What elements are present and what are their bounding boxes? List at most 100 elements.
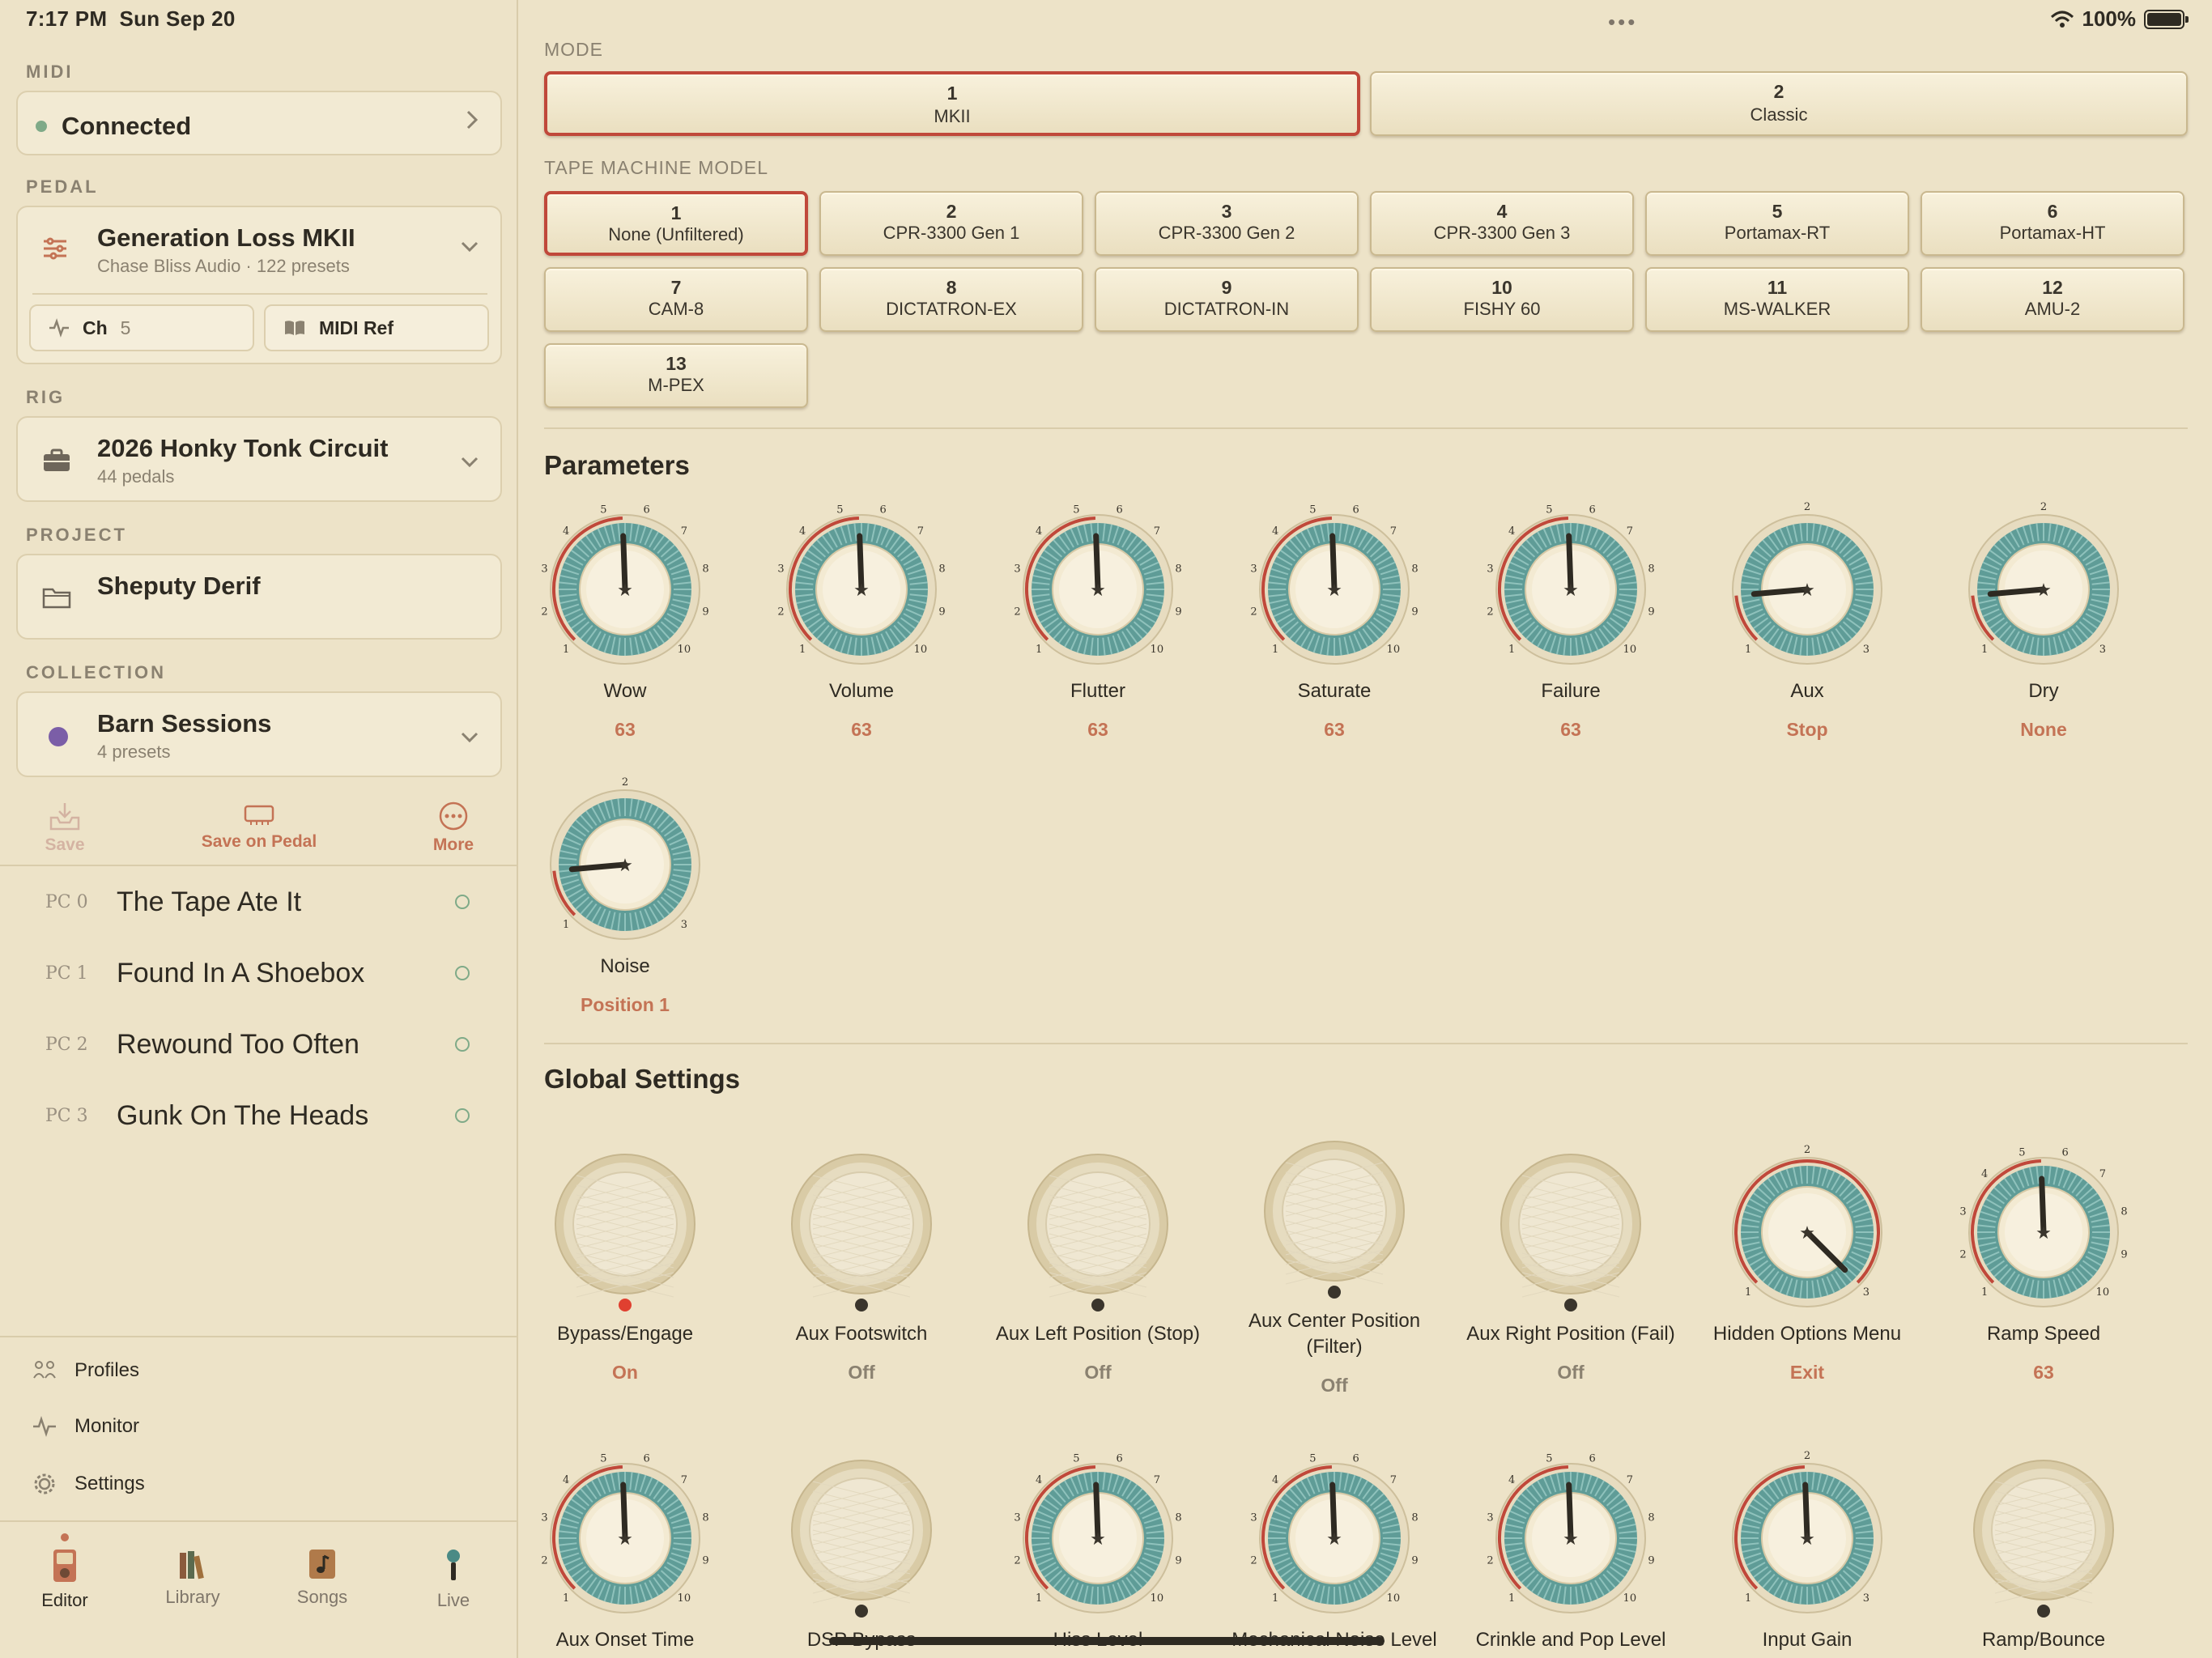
project-card[interactable]: Sheputy Derif (16, 554, 502, 640)
waveform-icon (33, 1416, 56, 1437)
pedal-card[interactable]: Generation Loss MKII Chase Bliss Audio ·… (16, 206, 502, 364)
tape-model-button[interactable]: 9 DICTATRON-IN (1095, 267, 1359, 332)
tape-model-button[interactable]: 6 Portamax-HT (1921, 191, 2184, 256)
svg-text:★: ★ (1090, 580, 1106, 600)
knob[interactable]: 12345678910★Mechanical Noise Level (1229, 1449, 1440, 1653)
dial-knob-icon[interactable]: 1 2 3 4 5 6 7 8 9 10 ★ (1009, 1449, 1187, 1627)
chevron-down-icon[interactable] (460, 452, 479, 474)
monitor-link[interactable]: Monitor (32, 1415, 139, 1438)
svg-text:2: 2 (1487, 606, 1493, 619)
knob[interactable]: Aux Left Position (Stop) Off (993, 1143, 1203, 1384)
dial-knob-icon[interactable]: 1 2 3 4 5 6 7 8 9 10 ★ (536, 1449, 714, 1627)
footswitch-knob-icon[interactable] (772, 1449, 951, 1627)
knob[interactable]: 1 2 3 ★ Dry None (1938, 500, 2149, 741)
chevron-down-icon[interactable] (460, 236, 479, 259)
knob[interactable]: Aux Right Position (Fail) Off (1465, 1143, 1676, 1384)
knob[interactable]: 1 2 3 4 5 6 7 8 9 10 ★ Crinkle and Pop Level (1465, 1449, 1676, 1653)
mode-button-classic[interactable]: 2 Classic (1370, 71, 2188, 136)
dial-knob-icon[interactable]: 1 2 3 ★ (1718, 1449, 1896, 1627)
tape-model-button[interactable]: 5 Portamax-RT (1645, 191, 1909, 256)
knob[interactable]: 1 2 3 4 5 6 7 8 9 10 ★ Failure 63 (1465, 500, 1676, 741)
knob[interactable]: 1 2 3 ★ Aux Stop (1702, 500, 1912, 741)
save-on-pedal-button[interactable]: Save on Pedal (186, 800, 332, 852)
dial-knob-icon[interactable]: 1 2 3 ★ (536, 776, 714, 954)
profiles-link[interactable]: Profiles (32, 1358, 139, 1383)
footswitch-knob-icon[interactable] (1482, 1143, 1660, 1321)
tape-model-button[interactable]: 4 CPR-3300 Gen 3 (1370, 191, 1634, 256)
dial-knob-icon[interactable]: 1 2 3 4 5 6 7 8 9 10 ★ (1009, 500, 1187, 678)
knob[interactable]: Bypass/Engage On (520, 1143, 730, 1384)
tape-model-button[interactable]: 13 M-PEX (544, 343, 808, 408)
chevron-down-icon[interactable] (460, 727, 479, 750)
midi-channel-button[interactable]: Ch 5 (29, 304, 254, 351)
tape-model-button[interactable]: 12 AMU-2 (1921, 267, 2184, 332)
dial-knob-icon[interactable]: 1 2 3 ★ (1718, 1143, 1896, 1321)
tab-songs[interactable]: Songs (274, 1548, 371, 1608)
preset-row[interactable]: PC 0 The Tape Ate It (0, 866, 518, 937)
preset-row[interactable]: PC 3 Gunk On The Heads (0, 1080, 518, 1151)
knob[interactable]: 1 2 3 4 5 6 7 8 9 10 ★ Wow 63 (520, 500, 730, 741)
dial-knob-icon[interactable]: 1 2 3 4 5 6 7 8 9 10 ★ (536, 500, 714, 678)
dial-knob-icon[interactable]: 1 2 3 4 5 6 7 8 9 10 ★ (1245, 1449, 1423, 1627)
knob[interactable]: 1 2 3 4 5 6 7 8 9 10 ★ Ramp Speed 63 (1938, 1143, 2149, 1384)
preset-row[interactable]: PC 2 Rewound Too Often (0, 1009, 518, 1080)
settings-link[interactable]: Settings (32, 1472, 145, 1496)
knob[interactable]: 1 2 3 ★ Input Gain (1702, 1449, 1912, 1653)
more-button[interactable]: More (421, 800, 486, 855)
knob[interactable]: 1 2 3 ★ Hidden Options Menu Exit (1702, 1143, 1912, 1384)
knob[interactable]: 1 2 3 4 5 6 7 8 9 10 ★ Aux Onset Time (520, 1449, 730, 1653)
svg-text:6: 6 (1117, 504, 1123, 517)
connected-dot-icon (36, 121, 47, 132)
tape-model-button[interactable]: 2 CPR-3300 Gen 1 (819, 191, 1083, 256)
preset-row[interactable]: PC 1 Found In A Shoebox (0, 937, 518, 1009)
svg-text:10: 10 (1623, 1592, 1637, 1605)
knob[interactable]: 1 2 3 4 5 6 7 8 9 10 ★ Volume 63 (756, 500, 967, 741)
tape-model-button[interactable]: 3 CPR-3300 Gen 2 (1095, 191, 1359, 256)
rig-card[interactable]: 2026 Honky Tonk Circuit 44 pedals (16, 416, 502, 502)
knob-value: Off (848, 1362, 875, 1383)
svg-text:8: 8 (938, 563, 945, 575)
collection-card[interactable]: Barn Sessions 4 presets (16, 691, 502, 777)
knob[interactable]: 1 2 3 4 5 6 7 8 9 10 ★ Saturate 63 (1229, 500, 1440, 741)
dial-knob-icon[interactable]: 1 2 3 4 5 6 7 8 9 10 ★ (1245, 500, 1423, 678)
svg-text:9: 9 (1175, 1555, 1181, 1567)
tab-editor[interactable]: Editor (16, 1548, 113, 1611)
knob[interactable]: 1 2 3 4 5 6 7 8 9 10 ★ Flutter 63 (993, 500, 1203, 741)
tape-model-button[interactable]: 10 FISHY 60 (1370, 267, 1634, 332)
footswitch-knob-icon[interactable] (1245, 1130, 1423, 1308)
dial-knob-icon[interactable]: 1 2 3 ★ (1955, 500, 2133, 678)
tape-model-button[interactable]: 11 MS-WALKER (1645, 267, 1909, 332)
dial-knob-icon[interactable]: 1 2 3 4 5 6 7 8 9 10 ★ (1482, 1449, 1660, 1627)
svg-text:3: 3 (777, 563, 784, 575)
book-icon (285, 321, 304, 335)
footswitch-knob-icon[interactable] (1009, 1143, 1187, 1321)
dial-knob-icon[interactable]: 1 2 3 4 5 6 7 8 9 10 ★ (1482, 500, 1660, 678)
tab-live[interactable]: Live (405, 1548, 502, 1611)
midi-ref-button[interactable]: MIDI Ref (264, 304, 489, 351)
save-button[interactable]: Save (32, 800, 97, 855)
tab-library[interactable]: Library (144, 1548, 241, 1608)
knob[interactable]: 12345678910★Hiss Level (993, 1449, 1203, 1653)
tape-model-button[interactable]: 7 CAM-8 (544, 267, 808, 332)
tape-machine-label: TAPE MACHINE MODEL (544, 157, 768, 178)
footswitch-knob-icon[interactable] (772, 1143, 951, 1321)
multitasking-dots-icon[interactable]: ••• (1608, 10, 1637, 35)
mode-button-mkii[interactable]: 1 MKII (544, 71, 1360, 136)
knob[interactable]: Aux Center Position (Filter) Off (1229, 1130, 1440, 1397)
svg-text:1: 1 (1508, 1592, 1515, 1605)
midi-connection-card[interactable]: Connected (16, 91, 502, 155)
knob-label: Aux Footswitch (795, 1323, 928, 1345)
tape-model-button[interactable]: 1 None (Unfiltered) (544, 191, 808, 256)
dial-knob-icon[interactable]: 1 2 3 4 5 6 7 8 9 10 ★ (1955, 1143, 2133, 1321)
knob[interactable]: DSP Bypass (756, 1449, 967, 1653)
knob[interactable]: Aux Footswitch Off (756, 1143, 967, 1384)
footswitch-knob-icon[interactable] (536, 1143, 714, 1321)
knob[interactable]: 1 2 3 ★ Noise Position 1 (520, 776, 730, 1016)
tape-model-button[interactable]: 8 DICTATRON-EX (819, 267, 1083, 332)
dial-knob-icon[interactable]: 1 2 3 ★ (1718, 500, 1896, 678)
svg-text:★: ★ (617, 1528, 633, 1549)
knob[interactable]: Ramp/Bounce (1938, 1449, 2149, 1653)
svg-text:2: 2 (541, 606, 547, 619)
footswitch-knob-icon[interactable] (1955, 1449, 2133, 1627)
dial-knob-icon[interactable]: 1 2 3 4 5 6 7 8 9 10 ★ (772, 500, 951, 678)
